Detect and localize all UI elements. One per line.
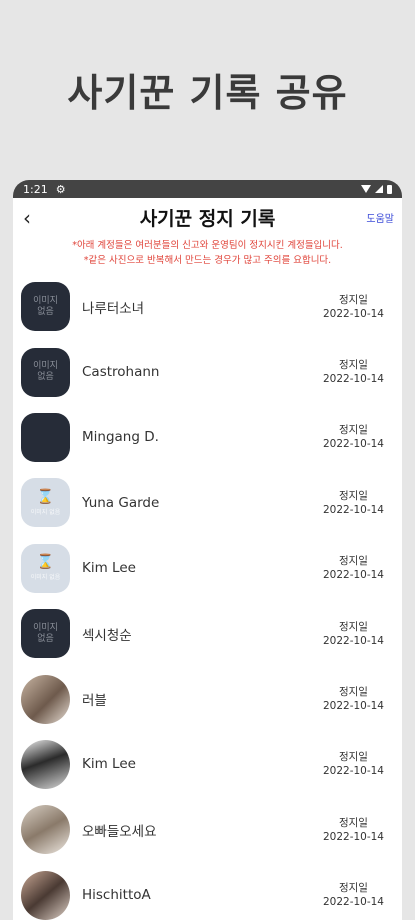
record-date: 2022-10-14 <box>322 830 384 843</box>
wifi-icon <box>361 185 371 193</box>
record-row[interactable]: 러블 정지일 2022-10-14 <box>13 666 402 731</box>
banned-record-list: 이미지 없음 나루터소녀 정지일 2022-10-14 이미지 없음 Castrohann 정지… <box>13 274 402 920</box>
record-meta: 정지일 2022-10-14 <box>323 358 384 386</box>
no-image-label-line2: 없음 <box>37 633 54 644</box>
record-row[interactable]: 오빠들오세요 정지일 2022-10-14 <box>13 797 402 862</box>
record-meta: 정지일 2022-10-14 <box>323 554 384 582</box>
record-meta: 정지일 2022-10-14 <box>323 816 384 844</box>
record-status: 정지일 <box>338 882 368 895</box>
record-meta: 정지일 2022-10-14 <box>323 620 384 648</box>
record-meta: 정지일 2022-10-14 <box>323 685 384 713</box>
placeholder-avatar: ⌛ 이미지 없음 <box>21 543 70 593</box>
record-row[interactable]: HischittoA 정지일 2022-10-14 <box>13 863 402 920</box>
status-time: 1:21 <box>23 182 48 196</box>
settings-gear-icon: ⚙ <box>55 182 66 196</box>
battery-icon <box>387 184 392 194</box>
help-link[interactable]: 도움말 <box>366 210 394 225</box>
no-image-label-line1: 이미지 <box>33 361 58 372</box>
hourglass-icon: ⌛ <box>36 488 55 505</box>
record-status: 정지일 <box>338 555 368 568</box>
record-meta: 정지일 2022-10-14 <box>323 489 384 517</box>
record-status: 정지일 <box>338 424 368 437</box>
record-name: Castrohann <box>82 364 160 381</box>
record-name: Kim Lee <box>82 756 136 773</box>
record-date: 2022-10-14 <box>322 438 384 451</box>
record-date: 2022-10-14 <box>322 634 384 647</box>
phone-screen: 1:21 ⚙ ‹ 사기꾼 정지 기록 도움말 *아래 계정들은 여러분들의 신고… <box>13 180 402 920</box>
record-date: 2022-10-14 <box>322 896 384 909</box>
profile-photo <box>21 870 70 920</box>
record-status: 정지일 <box>338 816 368 829</box>
record-status: 정지일 <box>338 359 368 372</box>
record-name: 오빠들오세요 <box>82 823 157 840</box>
record-row[interactable]: ⌛ 이미지 없음 Yuna Garde 정지일 2022-10-14 <box>13 470 402 535</box>
record-name: Kim Lee <box>82 560 136 577</box>
no-image-avatar: 이미지 없음 <box>21 609 70 659</box>
record-row[interactable]: Kim Lee 정지일 2022-10-14 <box>13 732 402 797</box>
record-date: 2022-10-14 <box>322 700 384 713</box>
no-image-avatar: 이미지 없음 <box>21 282 70 332</box>
app-bar: ‹ 사기꾼 정지 기록 도움말 <box>13 198 402 236</box>
record-row[interactable]: ⌛ 이미지 없음 Kim Lee 정지일 2022-10-14 <box>13 536 402 601</box>
record-row[interactable]: 이미지 없음 나루터소녀 정지일 2022-10-14 <box>13 274 402 339</box>
back-arrow-icon[interactable]: ‹ <box>23 206 31 230</box>
record-meta: 정지일 2022-10-14 <box>323 881 384 909</box>
record-name: HischittoA <box>82 887 151 904</box>
record-name: Mingang D. <box>82 429 159 446</box>
notice-line-2: *같은 사진으로 반복해서 만드는 경우가 많고 주의를 요합니다. <box>83 255 332 266</box>
no-image-label-line1: 이미지 <box>33 622 58 633</box>
record-row[interactable]: Mingang D. 정지일 2022-10-14 <box>13 405 402 470</box>
no-image-label-line2: 없음 <box>37 306 54 317</box>
record-meta: 정지일 2022-10-14 <box>323 423 384 451</box>
status-icons <box>361 184 392 194</box>
profile-photo <box>21 805 70 855</box>
record-date: 2022-10-14 <box>322 307 384 320</box>
promo-title: 사기꾼 기록 공유 <box>67 71 348 115</box>
record-date: 2022-10-14 <box>322 765 384 778</box>
record-row[interactable]: 이미지 없음 섹시청순 정지일 2022-10-14 <box>13 601 402 666</box>
placeholder-caption: 이미지 없음 <box>30 574 61 582</box>
notice-line-1: *아래 계정들은 여러분들의 신고와 운영팀이 정지시킨 계정들입니다. <box>72 240 343 251</box>
hourglass-icon: ⌛ <box>36 554 55 571</box>
record-row[interactable]: 이미지 없음 Castrohann 정지일 2022-10-14 <box>13 339 402 404</box>
record-meta: 정지일 2022-10-14 <box>323 750 384 778</box>
no-image-avatar: 이미지 없음 <box>21 347 70 397</box>
record-meta: 정지일 2022-10-14 <box>323 293 384 321</box>
record-status: 정지일 <box>338 751 368 764</box>
record-name: 섹시청순 <box>82 627 132 644</box>
signal-icon <box>375 185 383 193</box>
page-title: 사기꾼 정지 기록 <box>139 207 276 230</box>
placeholder-avatar: ⌛ 이미지 없음 <box>21 478 70 528</box>
record-name: 나루터소녀 <box>82 300 145 317</box>
record-date: 2022-10-14 <box>322 569 384 582</box>
record-date: 2022-10-14 <box>322 503 384 516</box>
no-image-label-line1: 이미지 <box>33 295 58 306</box>
record-date: 2022-10-14 <box>322 373 384 386</box>
avatar <box>21 412 70 462</box>
record-name: Yuna Garde <box>82 494 160 511</box>
profile-photo <box>21 674 70 724</box>
record-name: 러블 <box>82 693 107 710</box>
no-image-label-line2: 없음 <box>37 372 54 383</box>
record-status: 정지일 <box>338 686 368 699</box>
placeholder-caption: 이미지 없음 <box>30 508 61 516</box>
status-bar: 1:21 ⚙ <box>13 180 402 198</box>
record-status: 정지일 <box>338 489 368 502</box>
record-status: 정지일 <box>338 620 368 633</box>
notice-text: *아래 계정들은 여러분들의 신고와 운영팀이 정지시킨 계정들입니다. *같은… <box>13 238 402 268</box>
profile-photo <box>21 739 70 789</box>
record-status: 정지일 <box>338 293 368 306</box>
